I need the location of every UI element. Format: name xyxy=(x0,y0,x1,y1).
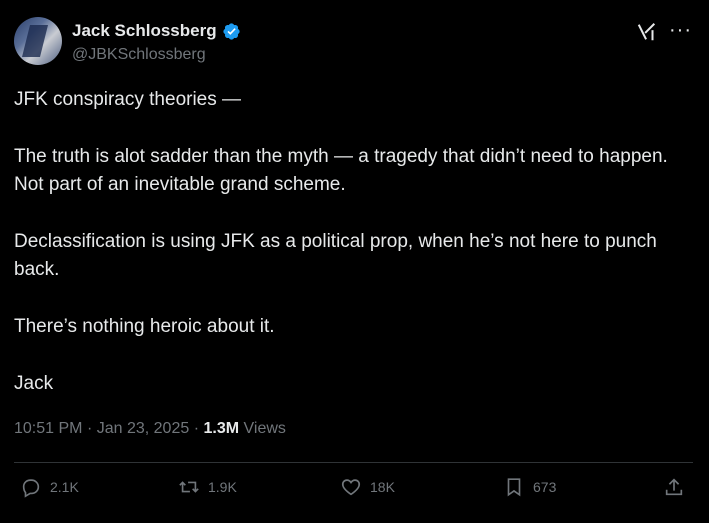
tweet-paragraph: There’s nothing heroic about it. xyxy=(14,316,275,337)
meta-separator: · xyxy=(86,420,93,437)
tweet-text: JFK conspiracy theories — The truth is a… xyxy=(14,86,684,427)
author-name[interactable]: Jack Schlossberg xyxy=(72,21,217,41)
heart-icon xyxy=(341,479,361,496)
views-label: Views xyxy=(243,420,286,437)
grok-icon[interactable] xyxy=(636,21,658,43)
bookmark-button[interactable]: 673 xyxy=(503,476,556,498)
tweet-paragraph: Declassification is using JFK as a polit… xyxy=(14,231,657,280)
reply-button[interactable]: 2.1K xyxy=(20,476,79,498)
tweet-time[interactable]: 10:51 PM xyxy=(14,420,82,437)
reply-icon xyxy=(22,479,40,498)
repost-icon xyxy=(179,481,199,493)
share-button[interactable] xyxy=(663,476,685,498)
views-count: 1.3M xyxy=(203,420,240,437)
bookmark-count: 673 xyxy=(533,479,557,495)
tweet-meta: 10:51 PM · Jan 23, 2025 · 1.3M Views xyxy=(14,420,286,438)
more-icon[interactable]: ··· xyxy=(669,19,692,42)
like-count: 18K xyxy=(370,479,395,495)
tweet-paragraph: JFK conspiracy theories — xyxy=(14,89,242,110)
repost-button[interactable]: 1.9K xyxy=(178,476,237,498)
tweet-date[interactable]: Jan 23, 2025 xyxy=(97,420,190,437)
divider xyxy=(14,462,693,463)
avatar[interactable] xyxy=(14,17,62,65)
share-icon xyxy=(665,478,683,496)
meta-separator: · xyxy=(193,420,200,437)
reply-count: 2.1K xyxy=(50,479,79,495)
tweet-paragraph: The truth is alot sadder than the myth —… xyxy=(14,146,668,195)
tweet-header: Jack Schlossberg @JBKSchlossberg ··· xyxy=(14,17,694,67)
action-bar: 2.1K 1.9K 18K 673 xyxy=(20,476,690,506)
tweet-paragraph: Jack xyxy=(14,373,54,394)
author-name-row: Jack Schlossberg xyxy=(72,21,241,41)
verified-badge-icon xyxy=(222,22,240,40)
like-button[interactable]: 18K xyxy=(340,476,395,498)
author-handle[interactable]: @JBKSchlossberg xyxy=(72,46,206,64)
repost-count: 1.9K xyxy=(208,479,237,495)
bookmark-icon xyxy=(507,478,521,497)
